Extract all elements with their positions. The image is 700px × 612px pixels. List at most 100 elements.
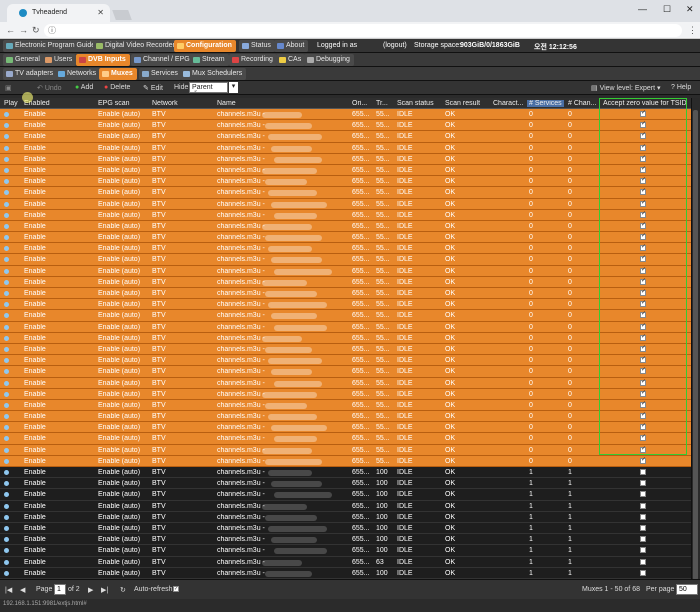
next-page-icon[interactable]: ▶ bbox=[88, 586, 93, 594]
tab-about[interactable]: About bbox=[274, 40, 309, 52]
col-channels[interactable]: # Chan... bbox=[568, 100, 598, 107]
play-icon[interactable] bbox=[4, 414, 9, 420]
play-icon[interactable] bbox=[4, 212, 9, 218]
accept-zero-checkbox[interactable] bbox=[640, 400, 646, 408]
play-icon[interactable] bbox=[4, 425, 9, 431]
accept-zero-checkbox[interactable] bbox=[640, 569, 646, 576]
table-row[interactable]: Enable Enable (auto) BTV channels.m3u - 655.… bbox=[0, 131, 691, 143]
play-icon[interactable] bbox=[4, 514, 9, 520]
play-icon[interactable] bbox=[4, 291, 9, 296]
play-icon[interactable] bbox=[4, 201, 9, 207]
tab-channel-epg[interactable]: Channel / EPG bbox=[131, 54, 194, 66]
accept-zero-checkbox[interactable] bbox=[640, 143, 646, 151]
accept-zero-checkbox[interactable] bbox=[640, 422, 646, 431]
accept-zero-checkbox[interactable] bbox=[640, 176, 646, 185]
play-icon[interactable] bbox=[4, 324, 9, 330]
table-row[interactable]: Enable Enable (auto) BTV channels.m3u - 655.… bbox=[0, 478, 691, 490]
table-row[interactable]: Enable Enable (auto) BTV channels.m3u - 655.… bbox=[0, 511, 691, 523]
close-tab-icon[interactable]: ✕ bbox=[97, 8, 104, 17]
play-icon[interactable] bbox=[4, 559, 9, 565]
tab-status[interactable]: Status bbox=[239, 40, 275, 52]
accept-zero-checkbox[interactable] bbox=[640, 344, 646, 352]
accept-zero-checkbox[interactable] bbox=[640, 299, 646, 308]
col-services[interactable]: # Services bbox=[527, 100, 564, 107]
accept-zero-checkbox[interactable] bbox=[640, 288, 646, 296]
col-transport[interactable]: Tr... bbox=[376, 100, 394, 107]
table-row[interactable]: Enable Enable (auto) BTV channels.m3u - 655.… bbox=[0, 522, 691, 535]
forward-icon[interactable]: → bbox=[19, 25, 28, 35]
accept-zero-checkbox[interactable] bbox=[640, 433, 646, 442]
accept-zero-checkbox[interactable] bbox=[640, 221, 646, 229]
tab-general[interactable]: General bbox=[3, 54, 44, 66]
play-icon[interactable] bbox=[4, 570, 9, 576]
accept-zero-checkbox[interactable] bbox=[640, 165, 646, 173]
back-icon[interactable]: ← bbox=[6, 25, 15, 35]
accept-zero-checkbox[interactable] bbox=[640, 547, 646, 554]
play-icon[interactable] bbox=[4, 391, 9, 397]
table-row[interactable]: Enable Enable (auto) BTV channels.m3u - 655.… bbox=[0, 377, 691, 389]
play-icon[interactable] bbox=[4, 492, 9, 498]
play-icon[interactable] bbox=[4, 156, 9, 162]
add-button[interactable]: ● Add bbox=[75, 84, 93, 91]
play-icon[interactable] bbox=[4, 503, 9, 509]
table-row[interactable]: Enable Enable (auto) BTV channels.m3u - 655.… bbox=[0, 366, 691, 378]
accept-zero-checkbox[interactable] bbox=[640, 524, 646, 531]
table-row[interactable]: Enable Enable (auto) BTV channels.m3u - 655.… bbox=[0, 489, 691, 501]
col-epg-scan[interactable]: EPG scan bbox=[98, 100, 130, 107]
play-icon[interactable] bbox=[4, 235, 9, 241]
close-window-icon[interactable]: ✕ bbox=[686, 4, 694, 15]
play-icon[interactable] bbox=[4, 402, 9, 408]
accept-zero-checkbox[interactable] bbox=[640, 355, 646, 364]
table-row[interactable]: Enable Enable (auto) BTV channels.m3u - 655.… bbox=[0, 120, 691, 132]
refresh-icon[interactable]: ↻ bbox=[120, 586, 126, 594]
accept-zero-checkbox[interactable] bbox=[640, 491, 646, 498]
play-icon[interactable] bbox=[4, 190, 9, 196]
tab-mux-schedulers[interactable]: Mux Schedulers bbox=[180, 68, 247, 80]
table-row[interactable]: Enable Enable (auto) BTV channels.m3u - 655.… bbox=[0, 187, 691, 199]
page-input[interactable] bbox=[54, 584, 66, 595]
table-row[interactable]: Enable Enable (auto) BTV channels.m3u - 655.… bbox=[0, 254, 691, 266]
col-scan-status[interactable]: Scan status bbox=[397, 100, 434, 107]
reload-icon[interactable]: ↻ bbox=[32, 25, 40, 36]
scrollbar-thumb[interactable] bbox=[693, 110, 698, 580]
accept-zero-checkbox[interactable] bbox=[640, 480, 646, 487]
table-row[interactable]: Enable Enable (auto) BTV channels.m3u - 655.… bbox=[0, 310, 691, 322]
table-row[interactable]: Enable Enable (auto) BTV channels.m3u - 655.… bbox=[0, 467, 691, 479]
play-icon[interactable] bbox=[4, 123, 9, 129]
tab-dvb-inputs[interactable]: DVB Inputs bbox=[76, 54, 130, 66]
table-row[interactable]: Enable Enable (auto) BTV channels.m3u - 655.… bbox=[0, 198, 691, 210]
play-icon[interactable] bbox=[4, 537, 9, 543]
table-row[interactable]: Enable Enable (auto) BTV channels.m3u - 655.… bbox=[0, 500, 691, 512]
table-row[interactable]: Enable Enable (auto) BTV channels.m3u - 655.… bbox=[0, 321, 691, 333]
tab-recording[interactable]: Recording bbox=[229, 54, 277, 66]
table-row[interactable]: Enable Enable (auto) BTV channels.m3u - 655.… bbox=[0, 299, 691, 311]
play-icon[interactable] bbox=[4, 548, 9, 554]
browser-tab[interactable]: Tvheadend ✕ bbox=[7, 4, 110, 22]
logout-link[interactable]: (logout) bbox=[383, 42, 407, 49]
accept-zero-checkbox[interactable] bbox=[640, 266, 646, 274]
table-row[interactable]: Enable Enable (auto) BTV channels.m3u - 655.… bbox=[0, 265, 691, 277]
per-page-select[interactable] bbox=[676, 584, 698, 595]
hide-select[interactable]: Parent disa bbox=[189, 82, 228, 93]
table-row[interactable]: Enable Enable (auto) BTV channels.m3u - 655.… bbox=[0, 433, 691, 445]
chevron-down-icon[interactable]: ▾ bbox=[229, 82, 238, 93]
accept-zero-checkbox[interactable] bbox=[640, 366, 646, 375]
tab-services[interactable]: Services bbox=[139, 68, 182, 80]
play-icon[interactable] bbox=[4, 335, 9, 341]
play-icon[interactable] bbox=[4, 380, 9, 386]
tab-debugging[interactable]: Debugging bbox=[304, 54, 354, 66]
table-row[interactable]: Enable Enable (auto) BTV channels.m3u - 655.… bbox=[0, 164, 691, 177]
play-icon[interactable] bbox=[4, 313, 9, 319]
undo-button[interactable]: ↶ Undo bbox=[37, 84, 62, 92]
table-row[interactable]: Enable Enable (auto) BTV channels.m3u - 655.… bbox=[0, 399, 691, 412]
play-icon[interactable] bbox=[4, 112, 9, 117]
tab-stream[interactable]: Stream bbox=[190, 54, 229, 66]
accept-zero-checkbox[interactable] bbox=[640, 120, 646, 129]
accept-zero-checkbox[interactable] bbox=[640, 277, 646, 285]
table-row[interactable]: Enable Enable (auto) BTV channels.m3u - 655.… bbox=[0, 209, 691, 221]
table-row[interactable]: Enable Enable (auto) BTV channels.m3u - 655.… bbox=[0, 411, 691, 423]
play-icon[interactable] bbox=[4, 223, 9, 229]
accept-zero-checkbox[interactable] bbox=[640, 333, 646, 341]
accept-zero-checkbox[interactable] bbox=[640, 502, 646, 509]
table-row[interactable]: Enable Enable (auto) BTV channels.m3u - 655.… bbox=[0, 109, 691, 121]
